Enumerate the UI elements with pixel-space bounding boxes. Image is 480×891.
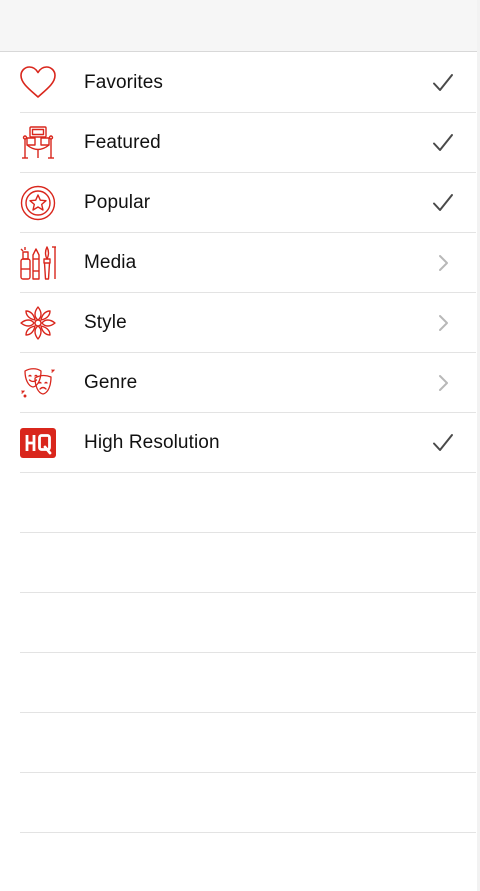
hq-badge-icon — [19, 425, 57, 461]
checkmark-icon — [432, 73, 454, 93]
checkmark-icon — [432, 193, 454, 213]
theater-masks-icon — [19, 365, 57, 401]
list-item-label: Popular — [84, 192, 151, 213]
chevron-right-icon — [432, 373, 454, 393]
empty-row — [0, 773, 480, 833]
featured-stage-icon — [19, 125, 57, 161]
checkmark-icon — [432, 433, 454, 453]
list-item-favorites[interactable]: Favorites — [0, 53, 480, 113]
filter-list: Favorites Featured Popular Media Style G… — [0, 53, 480, 833]
chevron-right-icon — [432, 253, 454, 273]
flower-icon — [19, 305, 57, 341]
top-bar — [0, 0, 480, 52]
list-item-high-resolution[interactable]: High Resolution — [0, 413, 480, 473]
art-supplies-icon — [19, 245, 57, 281]
empty-row — [0, 653, 480, 713]
empty-row — [0, 533, 480, 593]
list-item-popular[interactable]: Popular — [0, 173, 480, 233]
list-item-label: Favorites — [84, 72, 164, 93]
list-item-label: Style — [84, 312, 127, 333]
list-item-label: Media — [84, 252, 137, 273]
list-item-genre[interactable]: Genre — [0, 353, 480, 413]
chevron-right-icon — [432, 313, 454, 333]
list-item-label: High Resolution — [84, 432, 220, 453]
empty-row — [0, 593, 480, 653]
list-item-media[interactable]: Media — [0, 233, 480, 293]
heart-icon — [19, 65, 57, 101]
list-item-style[interactable]: Style — [0, 293, 480, 353]
star-badge-icon — [19, 185, 57, 221]
list-item-label: Featured — [84, 132, 161, 153]
list-item-featured[interactable]: Featured — [0, 113, 480, 173]
empty-row — [0, 713, 480, 773]
list-item-label: Genre — [84, 372, 138, 393]
empty-row — [0, 473, 480, 533]
checkmark-icon — [432, 133, 454, 153]
